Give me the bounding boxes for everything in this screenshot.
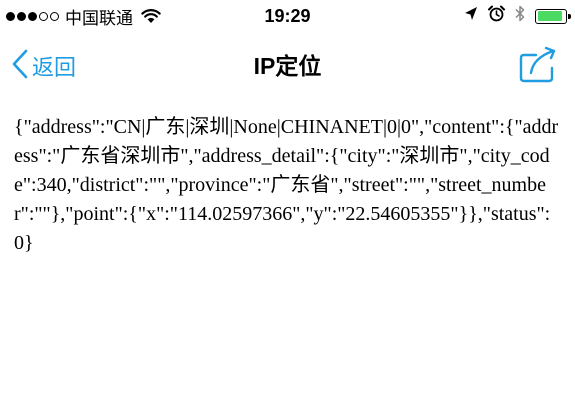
share-icon xyxy=(519,46,557,88)
battery-fill xyxy=(537,11,562,21)
ip-location-result-text: {"address":"CN|广东|深圳|None|CHINANET|0|0",… xyxy=(14,116,559,254)
screen: 中国联通 19:29 返回 IP定位 {"address":"CN|广东|深圳|… xyxy=(0,0,575,401)
share-button[interactable] xyxy=(519,46,557,84)
location-arrow-icon xyxy=(464,6,478,27)
status-bar: 中国联通 19:29 xyxy=(0,0,575,32)
page-title: IP定位 xyxy=(253,53,322,79)
alarm-clock-icon xyxy=(488,5,505,27)
battery-icon xyxy=(535,8,571,24)
battery-tip xyxy=(568,13,571,19)
bluetooth-icon xyxy=(515,5,525,27)
status-right xyxy=(464,5,571,27)
navigation-bar: 返回 IP定位 xyxy=(0,32,575,100)
